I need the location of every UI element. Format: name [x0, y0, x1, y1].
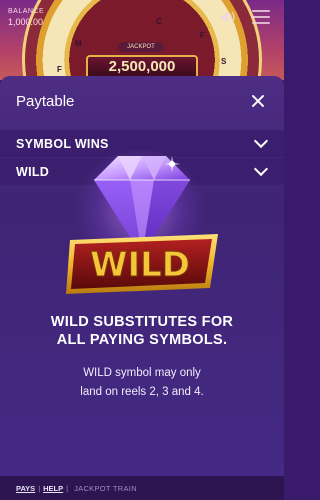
- wild-description-title: WILD SUBSTITUTES FOR ALL PAYING SYMBOLS.: [0, 313, 284, 349]
- close-icon[interactable]: [248, 91, 268, 111]
- sound-icon[interactable]: [220, 10, 236, 24]
- wild-description-body: WILD symbol may only land on reels 2, 3 …: [0, 364, 284, 402]
- pays-link[interactable]: PAYS: [16, 484, 35, 493]
- chevron-down-icon: [253, 133, 269, 149]
- game-name: JACKPOT TRAIN: [74, 483, 137, 493]
- balance-value: 1,000.00: [8, 17, 44, 27]
- panel-title: Paytable: [16, 92, 75, 110]
- body-line: land on reels 2, 3 and 4.: [80, 386, 204, 398]
- jackpot-tag: JACKPOT: [118, 42, 164, 52]
- footer-bar: PAYS | HELP | JACKPOT TRAIN: [0, 476, 284, 500]
- section-label: SYMBOL WINS: [16, 136, 109, 151]
- wild-symbol-image: WILD: [60, 150, 224, 300]
- wild-badge: WILD: [66, 234, 218, 294]
- wheel-letter: M: [75, 39, 82, 48]
- svg-text:WILD: WILD: [90, 245, 190, 285]
- body-line: WILD symbol may only: [83, 367, 201, 379]
- wheel-letter: F: [57, 65, 62, 74]
- game-background: F M C F S BALANCE 1,000.00 JACKPOT 2,500…: [0, 0, 284, 80]
- wheel-letter: F: [200, 31, 205, 40]
- panel-header: Paytable: [0, 76, 284, 126]
- balance-label: BALANCE: [8, 8, 45, 15]
- title-line: WILD SUBSTITUTES FOR: [50, 314, 234, 330]
- wheel-letter: C: [156, 17, 162, 26]
- title-line: ALL PAYING SYMBOLS.: [56, 332, 228, 348]
- section-label: WILD: [16, 164, 50, 179]
- menu-icon[interactable]: [252, 10, 270, 24]
- help-link[interactable]: HELP: [43, 484, 63, 493]
- separator: |: [66, 483, 69, 493]
- wheel-letter: S: [221, 57, 227, 66]
- chevron-down-icon: [253, 161, 269, 177]
- separator: |: [38, 483, 41, 493]
